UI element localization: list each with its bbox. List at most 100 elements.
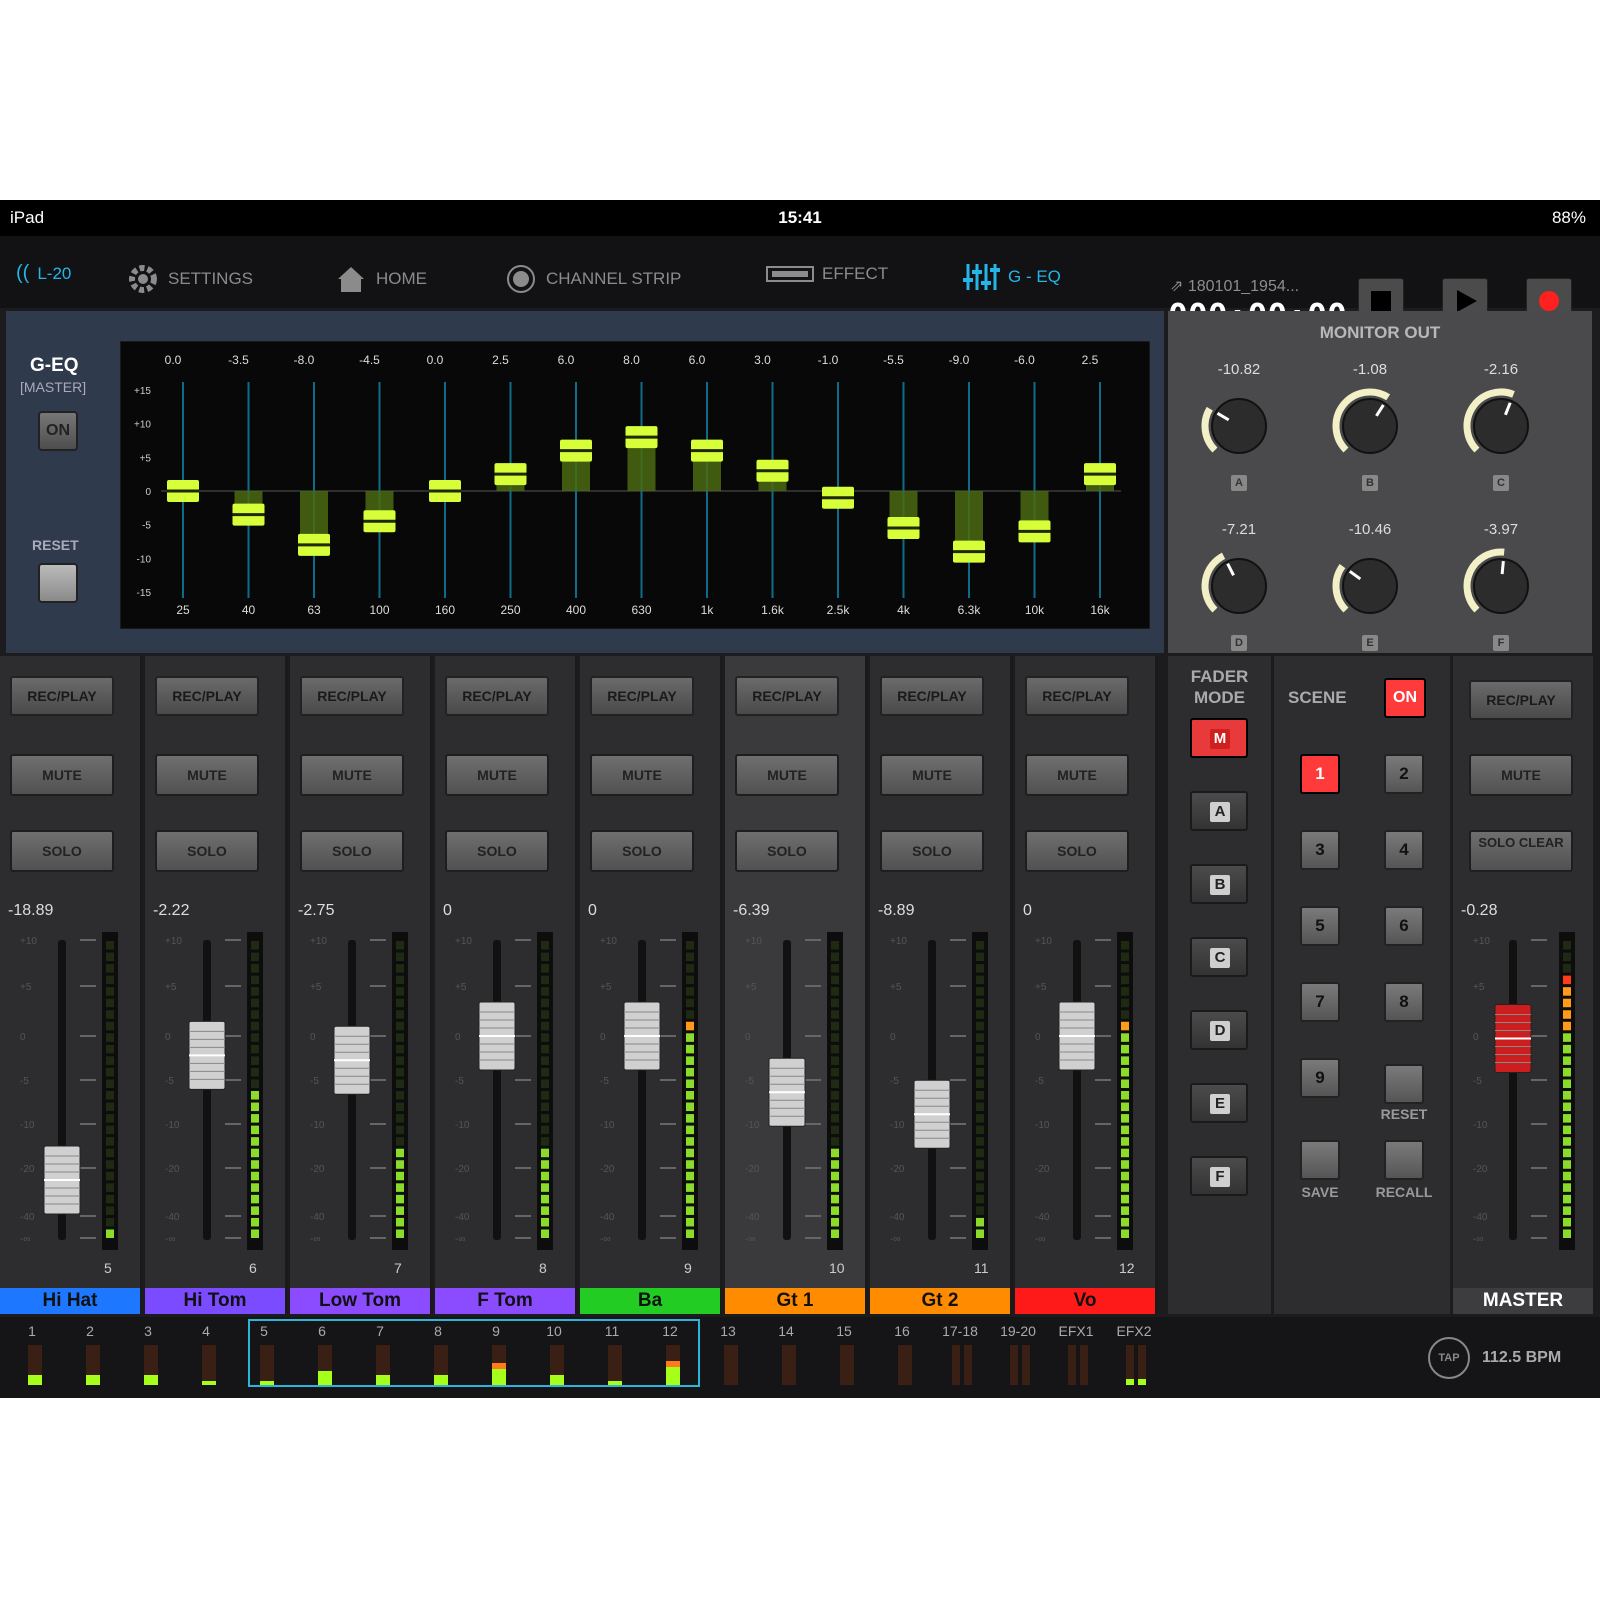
- solo-button[interactable]: SOLO: [445, 830, 549, 872]
- channel-name[interactable]: F Tom: [435, 1288, 575, 1314]
- scene-on-button[interactable]: ON: [1384, 678, 1426, 718]
- mute-button[interactable]: MUTE: [300, 754, 404, 796]
- channel-name[interactable]: Hi Tom: [145, 1288, 285, 1314]
- bottom-meter[interactable]: EFX1: [1056, 1323, 1096, 1390]
- fader-mode-b-button[interactable]: B: [1190, 864, 1248, 904]
- solo-clear-button[interactable]: SOLO CLEAR: [1469, 830, 1573, 872]
- solo-button[interactable]: SOLO: [155, 830, 259, 872]
- bottom-meter[interactable]: 2: [70, 1323, 110, 1390]
- channel-name[interactable]: Ba: [580, 1288, 720, 1314]
- rec-play-button[interactable]: REC/PLAY: [880, 676, 984, 716]
- scene-6-button[interactable]: 6: [1384, 906, 1424, 946]
- geq-on-button[interactable]: ON: [38, 411, 78, 451]
- channel-fader[interactable]: +10+50-5-10-20-40-∞: [0, 926, 140, 1256]
- bottom-meter[interactable]: EFX2: [1114, 1323, 1154, 1390]
- logo-button[interactable]: (( L-20: [16, 262, 71, 285]
- fader-mode-d-button[interactable]: D: [1190, 1010, 1248, 1050]
- geq-reset-button[interactable]: [38, 563, 78, 603]
- mute-button[interactable]: MUTE: [155, 754, 259, 796]
- fader-mode-m-button[interactable]: M: [1190, 718, 1248, 758]
- recording-filename[interactable]: ⇗ 180101_1954...: [1170, 276, 1299, 296]
- fader-mode-e-button[interactable]: E: [1190, 1083, 1248, 1123]
- monitor-knob-c[interactable]: -2.16C: [1446, 361, 1556, 501]
- channel-fader[interactable]: +10+50-5-10-20-40-∞: [870, 926, 1010, 1256]
- solo-button[interactable]: SOLO: [880, 830, 984, 872]
- channel-strip-button[interactable]: CHANNEL STRIP: [504, 262, 681, 296]
- scene-9-button[interactable]: 9: [1300, 1058, 1340, 1098]
- monitor-knob-d[interactable]: -7.21D: [1184, 521, 1294, 661]
- scene-save-button[interactable]: [1300, 1140, 1340, 1180]
- channel-name[interactable]: Hi Hat: [0, 1288, 140, 1314]
- master-fader[interactable]: +10+50-5-10-20-40-∞: [1453, 926, 1593, 1256]
- solo-button[interactable]: SOLO: [735, 830, 839, 872]
- bottom-meter[interactable]: 8: [418, 1323, 458, 1390]
- solo-button[interactable]: SOLO: [300, 830, 404, 872]
- geq-tab[interactable]: G - EQ: [962, 262, 1061, 292]
- rec-play-button[interactable]: REC/PLAY: [445, 676, 549, 716]
- rec-play-button[interactable]: REC/PLAY: [735, 676, 839, 716]
- bottom-meter[interactable]: 11: [592, 1323, 632, 1390]
- channel-fader[interactable]: +10+50-5-10-20-40-∞: [580, 926, 720, 1256]
- scene-reset-button[interactable]: [1384, 1064, 1424, 1104]
- bottom-meter[interactable]: 4: [186, 1323, 226, 1390]
- monitor-knob-e[interactable]: -10.46E: [1315, 521, 1425, 661]
- mute-button[interactable]: MUTE: [590, 754, 694, 796]
- channel-fader[interactable]: +10+50-5-10-20-40-∞: [1015, 926, 1155, 1256]
- rec-play-button[interactable]: REC/PLAY: [10, 676, 114, 716]
- scene-2-button[interactable]: 2: [1384, 754, 1424, 794]
- bottom-meter[interactable]: 14: [766, 1323, 806, 1390]
- bottom-meter[interactable]: 5: [244, 1323, 284, 1390]
- scene-5-button[interactable]: 5: [1300, 906, 1340, 946]
- channel-fader[interactable]: +10+50-5-10-20-40-∞: [145, 926, 285, 1256]
- bottom-meter[interactable]: 17-18: [940, 1323, 980, 1390]
- scene-4-button[interactable]: 4: [1384, 830, 1424, 870]
- home-button[interactable]: HOME: [334, 262, 427, 296]
- master-mute-button[interactable]: MUTE: [1469, 754, 1573, 796]
- monitor-knob-b[interactable]: -1.08B: [1315, 361, 1425, 501]
- bottom-meter[interactable]: 3: [128, 1323, 168, 1390]
- bottom-meter[interactable]: 10: [534, 1323, 574, 1390]
- channel-name[interactable]: Gt 2: [870, 1288, 1010, 1314]
- master-rec-play-button[interactable]: REC/PLAY: [1469, 680, 1573, 720]
- monitor-knob-f[interactable]: -3.97F: [1446, 521, 1556, 661]
- channel-fader[interactable]: +10+50-5-10-20-40-∞: [435, 926, 575, 1256]
- solo-button[interactable]: SOLO: [10, 830, 114, 872]
- scene-3-button[interactable]: 3: [1300, 830, 1340, 870]
- scene-recall-button[interactable]: [1384, 1140, 1424, 1180]
- bottom-meter[interactable]: 13: [708, 1323, 748, 1390]
- bottom-meter[interactable]: 7: [360, 1323, 400, 1390]
- fader-mode-a-button[interactable]: A: [1190, 791, 1248, 831]
- channel-fader[interactable]: +10+50-5-10-20-40-∞: [290, 926, 430, 1256]
- rec-play-button[interactable]: REC/PLAY: [1025, 676, 1129, 716]
- rec-play-button[interactable]: REC/PLAY: [590, 676, 694, 716]
- solo-button[interactable]: SOLO: [590, 830, 694, 872]
- tap-tempo-button[interactable]: TAP: [1428, 1337, 1470, 1379]
- solo-button[interactable]: SOLO: [1025, 830, 1129, 872]
- geq-graph[interactable]: +15+10+50-5-10-150.025-3.540-8.063-4.510…: [120, 341, 1150, 629]
- scene-1-button[interactable]: 1: [1300, 754, 1340, 794]
- scene-7-button[interactable]: 7: [1300, 982, 1340, 1022]
- mute-button[interactable]: MUTE: [10, 754, 114, 796]
- monitor-knob-a[interactable]: -10.82A: [1184, 361, 1294, 501]
- mute-button[interactable]: MUTE: [445, 754, 549, 796]
- channel-name[interactable]: Vo: [1015, 1288, 1155, 1314]
- settings-button[interactable]: SETTINGS: [126, 262, 253, 296]
- effect-button[interactable]: EFFECT: [766, 262, 888, 286]
- bottom-meter[interactable]: 12: [650, 1323, 690, 1390]
- bottom-meter[interactable]: 9: [476, 1323, 516, 1390]
- mute-button[interactable]: MUTE: [1025, 754, 1129, 796]
- scene-8-button[interactable]: 8: [1384, 982, 1424, 1022]
- rec-play-button[interactable]: REC/PLAY: [300, 676, 404, 716]
- channel-fader[interactable]: +10+50-5-10-20-40-∞: [725, 926, 865, 1256]
- rec-play-button[interactable]: REC/PLAY: [155, 676, 259, 716]
- mute-button[interactable]: MUTE: [880, 754, 984, 796]
- channel-name[interactable]: Low Tom: [290, 1288, 430, 1314]
- mute-button[interactable]: MUTE: [735, 754, 839, 796]
- bottom-meter[interactable]: 15: [824, 1323, 864, 1390]
- fader-mode-c-button[interactable]: C: [1190, 937, 1248, 977]
- bottom-meter[interactable]: 16: [882, 1323, 922, 1390]
- bottom-meter[interactable]: 19-20: [998, 1323, 1038, 1390]
- bottom-meter[interactable]: 6: [302, 1323, 342, 1390]
- fader-mode-f-button[interactable]: F: [1190, 1156, 1248, 1196]
- channel-name[interactable]: Gt 1: [725, 1288, 865, 1314]
